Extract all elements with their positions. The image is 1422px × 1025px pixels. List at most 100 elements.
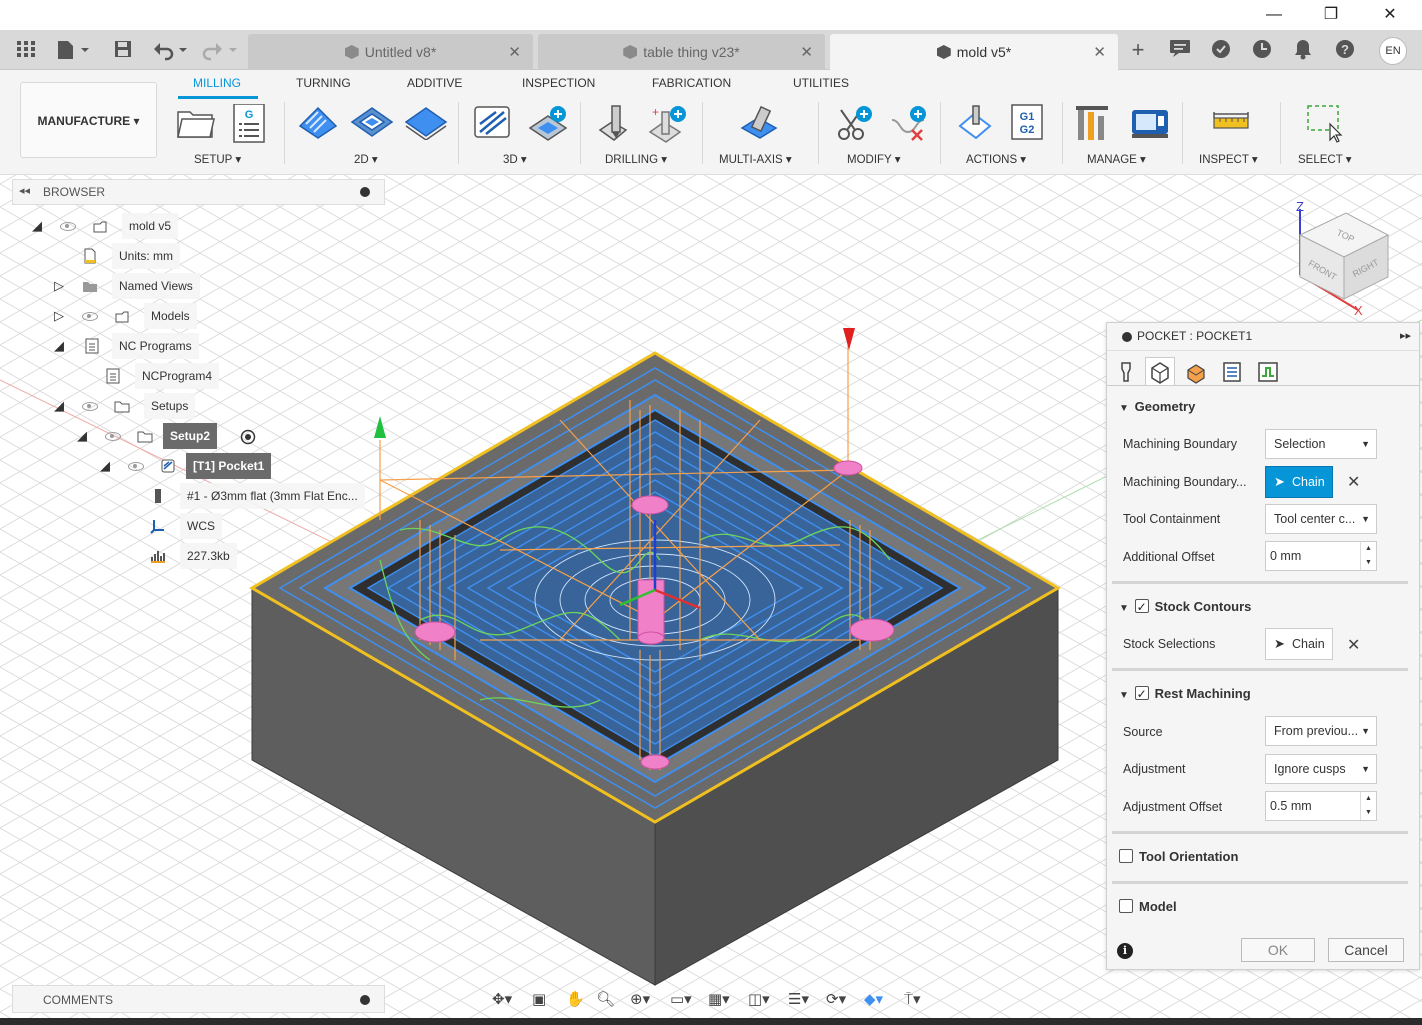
group-2d[interactable]: 2D ▾ bbox=[354, 152, 378, 166]
clock-icon[interactable] bbox=[1250, 38, 1274, 62]
new-tab-icon[interactable]: + bbox=[1126, 38, 1150, 62]
comments-pin-icon[interactable] bbox=[360, 995, 370, 1005]
close-tab-icon[interactable]: ✕ bbox=[508, 43, 521, 61]
collapsed-triangle-icon[interactable]: ▷ bbox=[52, 273, 66, 299]
stepper-icon[interactable]: ▲ ▼ bbox=[1360, 792, 1376, 820]
tree-item-nc-programs[interactable]: ◢ NC Programs bbox=[52, 333, 199, 359]
tab-turning[interactable]: TURNING bbox=[296, 76, 351, 90]
additional-offset-input[interactable]: 0 mm ▲ ▼ bbox=[1265, 541, 1377, 571]
machining-boundary-chain-button[interactable]: ➤ Chain bbox=[1265, 466, 1333, 498]
group-setup[interactable]: SETUP ▾ bbox=[194, 152, 241, 166]
tree-item-setup2[interactable]: ◢ Setup2 bbox=[75, 423, 256, 449]
expanded-triangle-icon[interactable]: ◢ bbox=[75, 423, 89, 449]
collapsed-triangle-icon[interactable]: ▷ bbox=[52, 303, 66, 329]
ok-button[interactable]: OK bbox=[1241, 938, 1315, 962]
group-manage[interactable]: MANAGE ▾ bbox=[1087, 152, 1146, 166]
active-setup-icon[interactable] bbox=[240, 429, 256, 445]
select-window-icon[interactable] bbox=[1306, 104, 1343, 143]
group-actions[interactable]: ACTIONS ▾ bbox=[966, 152, 1026, 166]
collapse-browser-icon[interactable]: ◂◂ bbox=[19, 184, 30, 197]
save-icon[interactable] bbox=[113, 39, 133, 61]
viewports-icon[interactable]: ◫▾ bbox=[748, 990, 770, 1008]
visibility-eye-icon[interactable] bbox=[82, 312, 98, 321]
visibility-eye-icon[interactable] bbox=[128, 462, 144, 471]
tab-utilities[interactable]: UTILITIES bbox=[793, 76, 849, 90]
tree-item-units[interactable]: Units: mm bbox=[82, 243, 180, 269]
3d-adaptive-icon[interactable] bbox=[472, 104, 510, 140]
section-collapse-icon[interactable]: ▼ bbox=[1119, 599, 1131, 619]
section-analysis-icon[interactable]: ☰▾ bbox=[788, 990, 809, 1008]
view-cube[interactable]: TOP FRONT RIGHT Z X bbox=[1288, 195, 1398, 318]
section-collapse-icon[interactable]: ▼ bbox=[1119, 686, 1131, 706]
setup-folder-icon[interactable] bbox=[176, 104, 215, 140]
model-checkbox[interactable] bbox=[1119, 899, 1133, 913]
expanded-triangle-icon[interactable]: ◢ bbox=[52, 333, 66, 359]
minimize-button[interactable]: — bbox=[1254, 4, 1294, 26]
tab-passes[interactable] bbox=[1217, 357, 1247, 385]
tree-item-named-views[interactable]: ▷ Named Views bbox=[52, 273, 200, 299]
undo-icon[interactable] bbox=[152, 39, 192, 61]
browser-pin-icon[interactable] bbox=[360, 187, 370, 197]
expanded-triangle-icon[interactable]: ◢ bbox=[52, 393, 66, 419]
visibility-eye-icon[interactable] bbox=[82, 402, 98, 411]
expand-dialog-icon[interactable]: ▸▸ bbox=[1400, 329, 1411, 342]
tool-library-icon[interactable] bbox=[1074, 104, 1110, 140]
tool-containment-select[interactable]: Tool center c... ▼ bbox=[1265, 504, 1377, 534]
file-menu-icon[interactable] bbox=[56, 39, 92, 61]
notifications-icon[interactable] bbox=[1291, 38, 1315, 62]
close-tab-icon[interactable]: ✕ bbox=[1093, 43, 1106, 61]
tab-table-thing[interactable]: table thing v23* ✕ bbox=[538, 34, 825, 70]
close-tab-icon[interactable]: ✕ bbox=[800, 43, 813, 61]
rest-machining-section-header[interactable]: ▼ Rest Machining bbox=[1119, 684, 1251, 704]
tree-item-tool[interactable]: #1 - Ø3mm flat (3mm Flat Enc... bbox=[150, 483, 365, 509]
clear-selection-icon[interactable]: ✕ bbox=[1347, 635, 1360, 655]
stock-display-icon[interactable]: ◆▾ bbox=[864, 990, 883, 1008]
hole-recognition-icon[interactable]: + bbox=[646, 104, 686, 143]
job-status-icon[interactable] bbox=[1168, 38, 1192, 62]
stock-contours-section-header[interactable]: ▼ Stock Contours bbox=[1119, 597, 1251, 617]
dialog-pin-icon[interactable] bbox=[1122, 332, 1132, 342]
group-inspect[interactable]: INSPECT ▾ bbox=[1199, 152, 1258, 166]
tab-mold[interactable]: mold v5* ✕ bbox=[830, 34, 1118, 70]
expanded-triangle-icon[interactable]: ◢ bbox=[98, 453, 112, 479]
grid-settings-icon[interactable]: ▦▾ bbox=[708, 990, 730, 1008]
machine-library-icon[interactable] bbox=[1128, 104, 1168, 140]
tab-additive[interactable]: ADDITIVE bbox=[407, 76, 462, 90]
comments-panel[interactable]: COMMENTS bbox=[12, 985, 385, 1013]
clear-selection-icon[interactable]: ✕ bbox=[1347, 472, 1360, 492]
orbit-icon[interactable]: ✥▾ bbox=[492, 990, 512, 1008]
restore-button[interactable]: ❐ bbox=[1311, 4, 1351, 26]
delete-toolpath-icon[interactable] bbox=[888, 104, 926, 141]
geometry-section-header[interactable]: ▼ Geometry bbox=[1119, 397, 1195, 417]
tool-display-icon[interactable]: ⍑▾ bbox=[904, 990, 921, 1008]
source-select[interactable]: From previou... ▼ bbox=[1265, 716, 1377, 746]
2d-pocket-icon[interactable] bbox=[350, 104, 394, 140]
tab-heights[interactable] bbox=[1181, 357, 1211, 385]
workspace-switcher[interactable]: MANUFACTURE ▾ bbox=[20, 82, 157, 158]
tree-item-ncprogram4[interactable]: NCProgram4 bbox=[105, 363, 220, 389]
nc-program-icon[interactable]: G bbox=[232, 103, 268, 143]
trim-toolpath-icon[interactable] bbox=[834, 104, 872, 140]
adjustment-select[interactable]: Ignore cusps ▼ bbox=[1265, 754, 1377, 784]
group-drilling[interactable]: DRILLING ▾ bbox=[605, 152, 667, 166]
stock-selections-chain-button[interactable]: ➤ Chain bbox=[1265, 628, 1333, 660]
stock-contours-checkbox[interactable] bbox=[1134, 597, 1149, 617]
tab-linking[interactable] bbox=[1253, 357, 1283, 385]
tab-milling[interactable]: MILLING bbox=[193, 76, 241, 90]
section-collapse-icon[interactable]: ▼ bbox=[1119, 399, 1131, 419]
drill-icon[interactable] bbox=[594, 104, 630, 141]
camera-rotate-icon[interactable]: ⟳▾ bbox=[826, 990, 846, 1008]
cancel-button[interactable]: Cancel bbox=[1328, 938, 1404, 962]
tree-item-setups[interactable]: ◢ Setups bbox=[52, 393, 196, 419]
tab-tool[interactable] bbox=[1111, 357, 1141, 385]
user-avatar[interactable]: EN bbox=[1379, 37, 1407, 65]
group-3d[interactable]: 3D ▾ bbox=[503, 152, 527, 166]
close-window-button[interactable]: ✕ bbox=[1370, 4, 1410, 26]
tool-orientation-checkbox[interactable] bbox=[1119, 849, 1133, 863]
group-select[interactable]: SELECT ▾ bbox=[1298, 152, 1352, 166]
info-icon[interactable]: i bbox=[1117, 943, 1133, 959]
browser-panel-header[interactable]: ◂◂ BROWSER bbox=[12, 179, 385, 205]
display-settings-icon[interactable]: ▭▾ bbox=[670, 990, 692, 1008]
app-grid-icon[interactable] bbox=[16, 39, 36, 61]
tree-item-pocket1[interactable]: ◢ [T1] Pocket1 bbox=[98, 453, 272, 479]
